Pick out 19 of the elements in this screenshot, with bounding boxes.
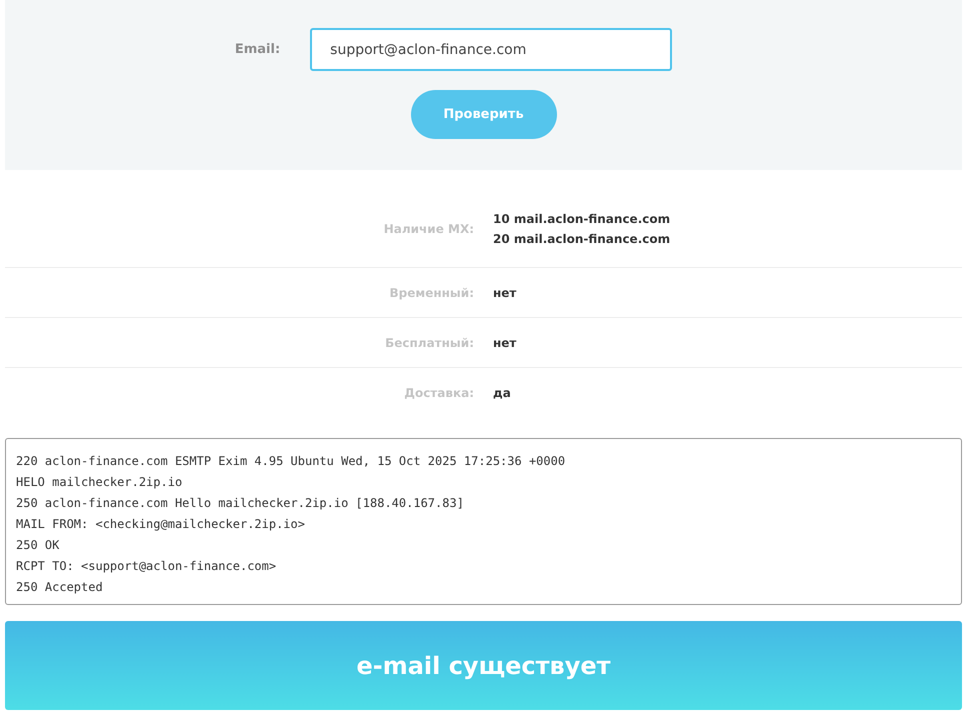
email-field[interactable]: support@aclon-finance.com [310, 28, 672, 71]
result-label: Временный: [388, 284, 474, 302]
log-line: 220 aclon-finance.com ESMTP Exim 4.95 Ubuntu Wed, 15 Oct 2025 17:25:36 +0000 [16, 453, 566, 470]
log-line: 250 Accepted [16, 579, 104, 596]
log-line: 250 aclon-finance.com Hello mailchecker.2ip.io [188.40.167.83] [16, 495, 465, 512]
result-value: нет [493, 284, 516, 302]
result-label: Наличие MX: [382, 220, 474, 238]
result-label: Доставка: [403, 385, 474, 402]
log-line: 250 OK [16, 537, 60, 554]
email-label: Email: [234, 40, 280, 59]
result-value: да [493, 385, 511, 402]
result-value: 10 mail.aclon-finance.com [493, 210, 670, 228]
verdict-text: e-mail существует [356, 650, 611, 682]
log-line: MAIL FROM: <checking@mailchecker.2ip.io> [16, 516, 306, 533]
log-line: RCPT TO: <support@aclon-finance.com> [16, 558, 278, 575]
result-value: 20 mail.aclon-finance.com [493, 230, 670, 248]
result-value: нет [493, 334, 516, 352]
log-line: HELO mailchecker.2ip.io [16, 474, 184, 491]
result-label: Бесплатный: [384, 334, 474, 352]
